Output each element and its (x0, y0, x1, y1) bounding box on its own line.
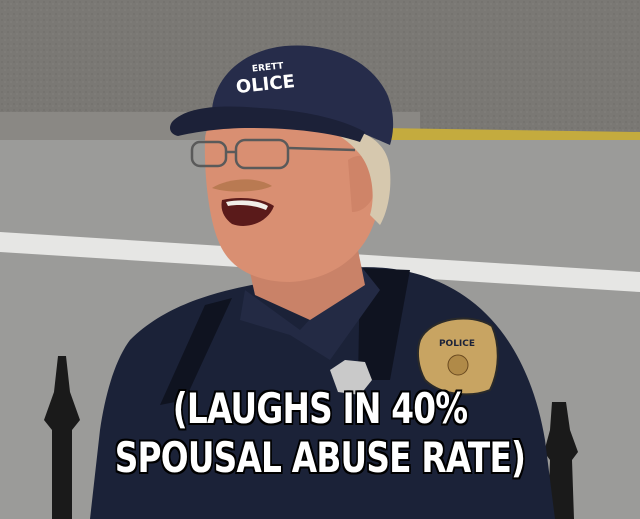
patch-text: POLICE (439, 339, 475, 349)
meme-image: POLICE ERETT OLICE (LAUGHS IN 40% SPOUSA… (0, 0, 640, 519)
meme-caption: (LAUGHS IN 40% SPOUSAL ABUSE RATE) (70, 383, 569, 483)
police-shoulder-patch: POLICE (416, 317, 499, 396)
caption-line-2: SPOUSAL ABUSE RATE) (114, 432, 527, 483)
caption-line-1: (LAUGHS IN 40% (172, 383, 469, 434)
